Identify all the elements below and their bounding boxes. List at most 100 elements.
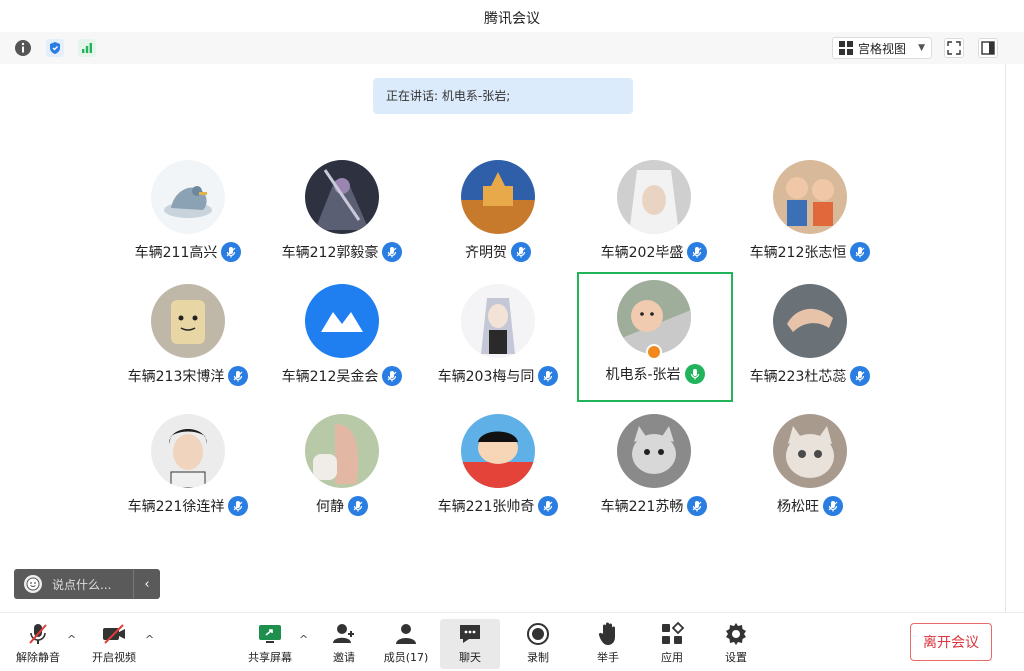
participant-name: 车辆223杜芯蕊 <box>749 369 847 385</box>
record-icon <box>524 621 552 647</box>
sidebar-panel-icon <box>981 41 995 55</box>
unmute-label: 解除静音 <box>16 651 60 664</box>
participant-tile[interactable]: 何静 <box>264 402 420 532</box>
microphone-icon <box>382 242 403 262</box>
view-label: 宫格视图 <box>858 41 907 56</box>
share-screen-label: 共享屏幕 <box>248 651 292 664</box>
microphone-icon <box>348 496 368 516</box>
chevron-up-icon[interactable]: ^ <box>299 633 308 646</box>
apps-button[interactable]: 应用 <box>642 619 702 669</box>
invite-label: 邀请 <box>333 651 355 664</box>
participant-tile[interactable]: 车辆221徐连祥 <box>110 402 266 532</box>
participant-tile[interactable]: 车辆212张志恒 <box>732 148 888 278</box>
microphone-icon <box>511 242 531 262</box>
settings-button[interactable]: 设置 <box>706 619 766 669</box>
add-user-icon <box>330 621 358 647</box>
avatar <box>305 284 379 358</box>
participant-tile[interactable]: 车辆221苏畅 <box>576 402 732 532</box>
participant-tile[interactable]: 杨松旺 <box>732 402 888 532</box>
sidebar-toggle-button[interactable] <box>978 38 998 58</box>
info-icon[interactable] <box>14 39 32 57</box>
participant-tile[interactable]: 车辆221张帅奇 <box>420 402 576 532</box>
title-bar: 腾讯会议 <box>0 0 1024 32</box>
chevron-up-icon[interactable]: ^ <box>67 633 76 646</box>
host-badge-icon <box>646 344 662 360</box>
camera-off-icon <box>100 621 128 647</box>
participant-tile[interactable]: 车辆223杜芯蕊 <box>732 272 888 402</box>
participant-name: 车辆213宋博洋 <box>127 369 225 385</box>
avatar <box>305 160 379 234</box>
participant-tile[interactable]: 车辆212郭毅豪 <box>264 148 420 278</box>
participant-name: 齐明贺 <box>465 245 507 261</box>
bottom-toolbar: 解除静音 ^ 开启视频 ^ 共享屏幕 ^ 邀请 成员(17) 聊天 录制 举手 … <box>0 612 1024 671</box>
network-signal-icon[interactable] <box>78 39 96 57</box>
participant-tile[interactable]: 车辆211高兴 <box>110 148 266 278</box>
members-icon <box>392 621 420 647</box>
microphone-icon <box>538 496 559 516</box>
participant-name: 车辆212张志恒 <box>749 245 847 261</box>
raise-hand-button[interactable]: 举手 <box>578 619 638 669</box>
collapse-chat-button[interactable]: ‹ <box>133 569 160 599</box>
avatar <box>461 414 535 488</box>
avatar <box>773 414 847 488</box>
unmute-button[interactable]: 解除静音 <box>8 619 68 669</box>
record-button[interactable]: 录制 <box>508 619 568 669</box>
avatar <box>305 414 379 488</box>
participant-tile[interactable]: 车辆213宋博洋 <box>110 272 266 402</box>
share-screen-icon <box>256 621 284 647</box>
participant-name: 车辆212郭毅豪 <box>281 245 379 261</box>
settings-label: 设置 <box>725 651 747 664</box>
grid-view-icon <box>839 41 853 55</box>
chevron-left-icon: ‹ <box>144 576 150 592</box>
microphone-icon <box>823 496 843 516</box>
start-video-label: 开启视频 <box>92 651 136 664</box>
avatar <box>773 160 847 234</box>
microphone-icon <box>228 496 249 516</box>
chat-label: 聊天 <box>459 651 481 664</box>
participant-name: 车辆221徐连祥 <box>127 499 225 515</box>
microphone-icon <box>850 366 871 386</box>
avatar <box>461 284 535 358</box>
chat-button[interactable]: 聊天 <box>440 619 500 669</box>
avatar <box>151 160 225 234</box>
chevron-down-icon: ▼ <box>918 43 925 53</box>
participant-name: 车辆212吴金会 <box>281 369 379 385</box>
emoji-icon[interactable] <box>24 575 42 593</box>
participant-tile-active-speaker[interactable]: 机电系-张岩 <box>577 272 733 402</box>
avatar <box>773 284 847 358</box>
side-panel-edge <box>1005 64 1024 612</box>
apps-label: 应用 <box>661 651 683 664</box>
members-label: 成员(17) <box>383 651 429 664</box>
participant-name: 何静 <box>316 499 344 515</box>
quick-chat-bar[interactable]: 说点什么... ‹ <box>14 569 160 599</box>
chevron-up-icon[interactable]: ^ <box>145 633 154 646</box>
participant-name: 车辆221苏畅 <box>600 499 684 515</box>
microphone-muted-icon <box>24 621 52 647</box>
hand-icon <box>594 621 622 647</box>
participant-name: 车辆211高兴 <box>134 245 218 261</box>
microphone-icon <box>850 242 871 262</box>
start-video-button[interactable]: 开启视频 <box>84 619 144 669</box>
chat-bubble-icon <box>456 621 484 647</box>
invite-button[interactable]: 邀请 <box>314 619 374 669</box>
top-toolbar: 宫格视图 ▼ <box>0 32 1024 65</box>
avatar <box>151 414 225 488</box>
chat-input[interactable]: 说点什么... <box>52 576 111 593</box>
participant-name: 杨松旺 <box>777 499 819 515</box>
participant-name: 车辆202毕盛 <box>600 245 684 261</box>
fullscreen-button[interactable] <box>944 38 964 58</box>
share-screen-button[interactable]: 共享屏幕 <box>240 619 300 669</box>
participant-name: 机电系-张岩 <box>605 367 681 383</box>
microphone-icon <box>221 242 242 262</box>
participant-tile[interactable]: 齐明贺 <box>420 148 576 278</box>
participant-tile[interactable]: 车辆212吴金会 <box>264 272 420 402</box>
participant-tile[interactable]: 车辆203梅与同 <box>420 272 576 402</box>
participant-tile[interactable]: 车辆202毕盛 <box>576 148 732 278</box>
apps-grid-icon <box>658 621 686 647</box>
security-shield-icon[interactable] <box>46 39 64 57</box>
leave-meeting-button[interactable]: 离开会议 <box>910 623 992 661</box>
raise-hand-label: 举手 <box>597 651 619 664</box>
grid-view-dropdown[interactable]: 宫格视图 ▼ <box>832 37 932 59</box>
microphone-icon <box>382 366 403 386</box>
members-button[interactable]: 成员(17) <box>376 619 436 669</box>
